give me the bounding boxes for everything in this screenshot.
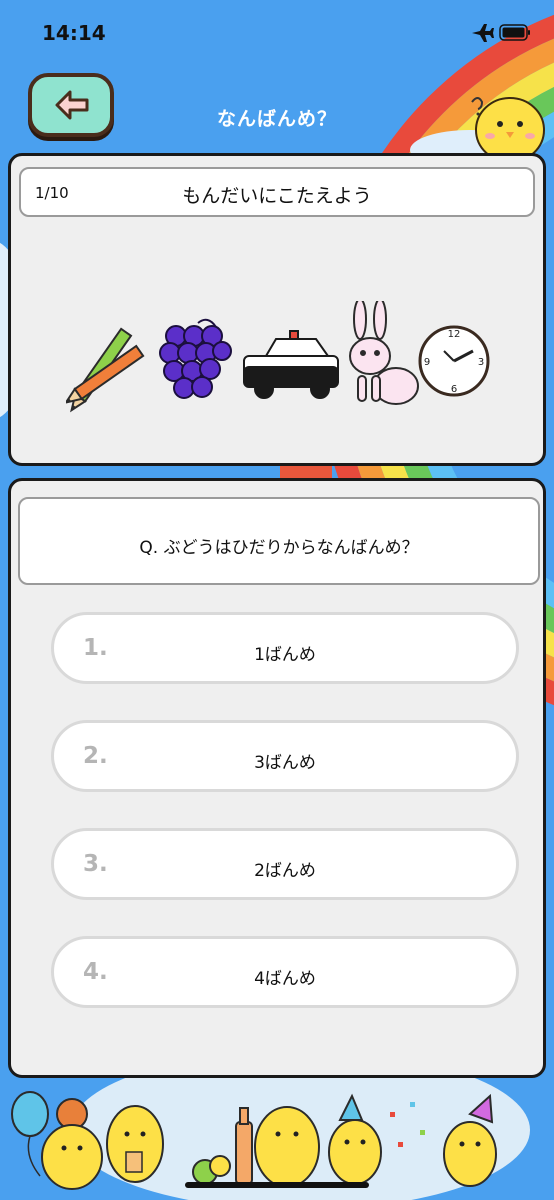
answer-label: 1ばんめ [254,645,316,665]
answer-label: 2ばんめ [254,861,316,881]
items-row: 12 3 6 9 [66,301,490,413]
status-time: 14:14 [42,21,106,45]
home-indicator[interactable] [185,1182,369,1188]
police-car-icon [243,330,339,399]
fruit-icon [192,1155,231,1185]
status-icons [470,22,532,48]
chick-icon [443,1093,497,1187]
answer-option-2[interactable]: 2. 3ばんめ [51,720,519,792]
svg-text:3: 3 [478,357,484,368]
answer-option-3[interactable]: 3. 2ばんめ [51,828,519,900]
grapes-icon [159,318,232,399]
question-box: Q. ぶどうはひだりからなんばんめ？ [18,497,540,585]
svg-text:12: 12 [448,329,461,340]
chick-icon [41,1098,103,1190]
chick-icon [254,1106,320,1188]
battery-icon [499,24,530,41]
answer-option-1[interactable]: 1. 1ばんめ [51,612,519,684]
airplane-icon [472,24,494,42]
confetti-icon [390,1102,425,1147]
answer-card: Q. ぶどうはひだりからなんばんめ？ 1. 1ばんめ 2. 3ばんめ 3. 2ば… [8,478,546,1078]
svg-text:6: 6 [451,384,457,395]
rabbit-icon [349,301,419,405]
quiz-card: 1/10 もんだいにこたえよう 12 3 6 9 [8,153,546,466]
quiz-header: 1/10 もんだいにこたえよう [19,167,535,217]
answer-label: 4ばんめ [254,969,316,989]
chick-icon [106,1105,164,1183]
instruction-text: もんだいにこたえよう [182,185,372,207]
bottle-icon [235,1107,253,1185]
answer-label: 3ばんめ [254,753,316,773]
svg-text:9: 9 [424,357,430,368]
question-text: Q. ぶどうはひだりからなんばんめ？ [139,538,419,558]
clock-icon: 12 3 6 9 [418,325,490,397]
answer-option-4[interactable]: 4. 4ばんめ [51,936,519,1008]
chick-icon [328,1093,382,1185]
pencils-icon [66,327,145,413]
